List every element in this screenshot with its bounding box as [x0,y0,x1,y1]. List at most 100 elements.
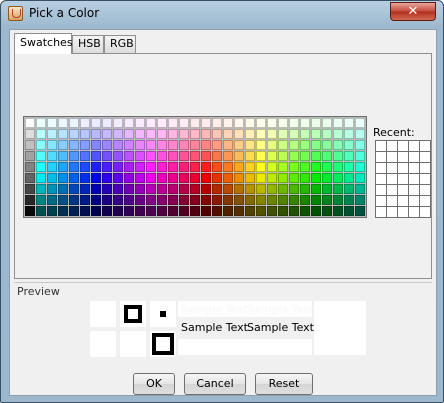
color-swatch[interactable] [47,140,57,150]
color-swatch[interactable] [201,140,211,150]
color-swatch[interactable] [344,184,354,194]
color-swatch[interactable] [355,140,365,150]
color-swatch[interactable] [135,162,145,172]
color-swatch[interactable] [256,173,266,183]
color-swatch[interactable] [355,195,365,205]
color-swatch[interactable] [300,151,310,161]
color-swatch[interactable] [146,129,156,139]
color-swatch[interactable] [190,206,200,216]
color-swatch[interactable] [201,162,211,172]
color-swatch[interactable] [234,173,244,183]
recent-swatch[interactable] [387,163,397,173]
color-swatch[interactable] [135,173,145,183]
color-swatch[interactable] [256,151,266,161]
color-swatch[interactable] [80,173,90,183]
color-swatch[interactable] [58,162,68,172]
recent-swatch[interactable] [420,185,430,195]
color-swatch[interactable] [91,162,101,172]
recent-swatch[interactable] [387,174,397,184]
recent-swatch[interactable] [376,163,386,173]
color-swatch[interactable] [190,140,200,150]
color-swatch[interactable] [69,184,79,194]
recent-swatch[interactable] [376,174,386,184]
cancel-button[interactable]: Cancel [184,373,246,395]
color-swatch[interactable] [289,140,299,150]
color-swatch[interactable] [333,184,343,194]
color-swatch[interactable] [58,129,68,139]
color-swatch[interactable] [355,184,365,194]
color-swatch[interactable] [179,195,189,205]
recent-swatch[interactable] [420,163,430,173]
color-swatch[interactable] [223,184,233,194]
color-swatch[interactable] [58,195,68,205]
color-swatch[interactable] [267,173,277,183]
color-swatch[interactable] [190,118,200,128]
color-swatch[interactable] [223,162,233,172]
color-swatch[interactable] [146,173,156,183]
color-swatch[interactable] [234,206,244,216]
color-swatch[interactable] [179,173,189,183]
color-swatch[interactable] [267,140,277,150]
color-swatch[interactable] [300,140,310,150]
color-swatch[interactable] [146,206,156,216]
color-swatch[interactable] [278,173,288,183]
color-swatch[interactable] [201,206,211,216]
color-swatch[interactable] [179,184,189,194]
color-swatch[interactable] [245,206,255,216]
color-swatch[interactable] [58,140,68,150]
color-swatch[interactable] [311,118,321,128]
color-swatch[interactable] [256,129,266,139]
color-swatch[interactable] [333,206,343,216]
color-swatch[interactable] [256,195,266,205]
color-swatch[interactable] [69,151,79,161]
tab-rgb[interactable]: RGB [104,35,136,53]
recent-swatch[interactable] [376,152,386,162]
color-swatch[interactable] [201,195,211,205]
color-swatch[interactable] [300,118,310,128]
color-swatch[interactable] [157,195,167,205]
color-swatch[interactable] [212,206,222,216]
color-swatch[interactable] [256,162,266,172]
recent-swatch[interactable] [387,141,397,151]
color-swatch[interactable] [267,151,277,161]
color-swatch[interactable] [256,140,266,150]
color-swatch[interactable] [289,129,299,139]
color-swatch[interactable] [212,129,222,139]
color-swatch[interactable] [179,129,189,139]
color-swatch[interactable] [135,129,145,139]
color-swatch[interactable] [322,195,332,205]
color-swatch[interactable] [201,173,211,183]
color-swatch[interactable] [344,118,354,128]
color-swatch[interactable] [322,140,332,150]
color-swatch[interactable] [80,140,90,150]
color-swatch[interactable] [245,140,255,150]
color-swatch[interactable] [113,140,123,150]
color-swatch[interactable] [212,184,222,194]
color-swatch[interactable] [36,195,46,205]
color-swatch[interactable] [234,151,244,161]
color-swatch[interactable] [80,195,90,205]
color-swatch[interactable] [267,184,277,194]
color-swatch[interactable] [102,151,112,161]
color-swatch[interactable] [69,195,79,205]
color-swatch[interactable] [256,184,266,194]
color-swatch[interactable] [245,129,255,139]
color-swatch[interactable] [179,162,189,172]
color-swatch[interactable] [300,184,310,194]
color-swatch[interactable] [113,184,123,194]
color-swatch[interactable] [333,140,343,150]
recent-swatch[interactable] [420,174,430,184]
color-swatch[interactable] [333,151,343,161]
color-swatch[interactable] [58,206,68,216]
color-swatch[interactable] [289,173,299,183]
recent-swatch[interactable] [398,185,408,195]
color-swatch[interactable] [102,162,112,172]
color-swatch[interactable] [113,195,123,205]
color-swatch[interactable] [245,195,255,205]
color-swatch[interactable] [80,206,90,216]
color-swatch[interactable] [168,206,178,216]
color-swatch[interactable] [47,162,57,172]
color-swatch[interactable] [234,129,244,139]
color-swatch[interactable] [102,184,112,194]
color-swatch[interactable] [58,118,68,128]
